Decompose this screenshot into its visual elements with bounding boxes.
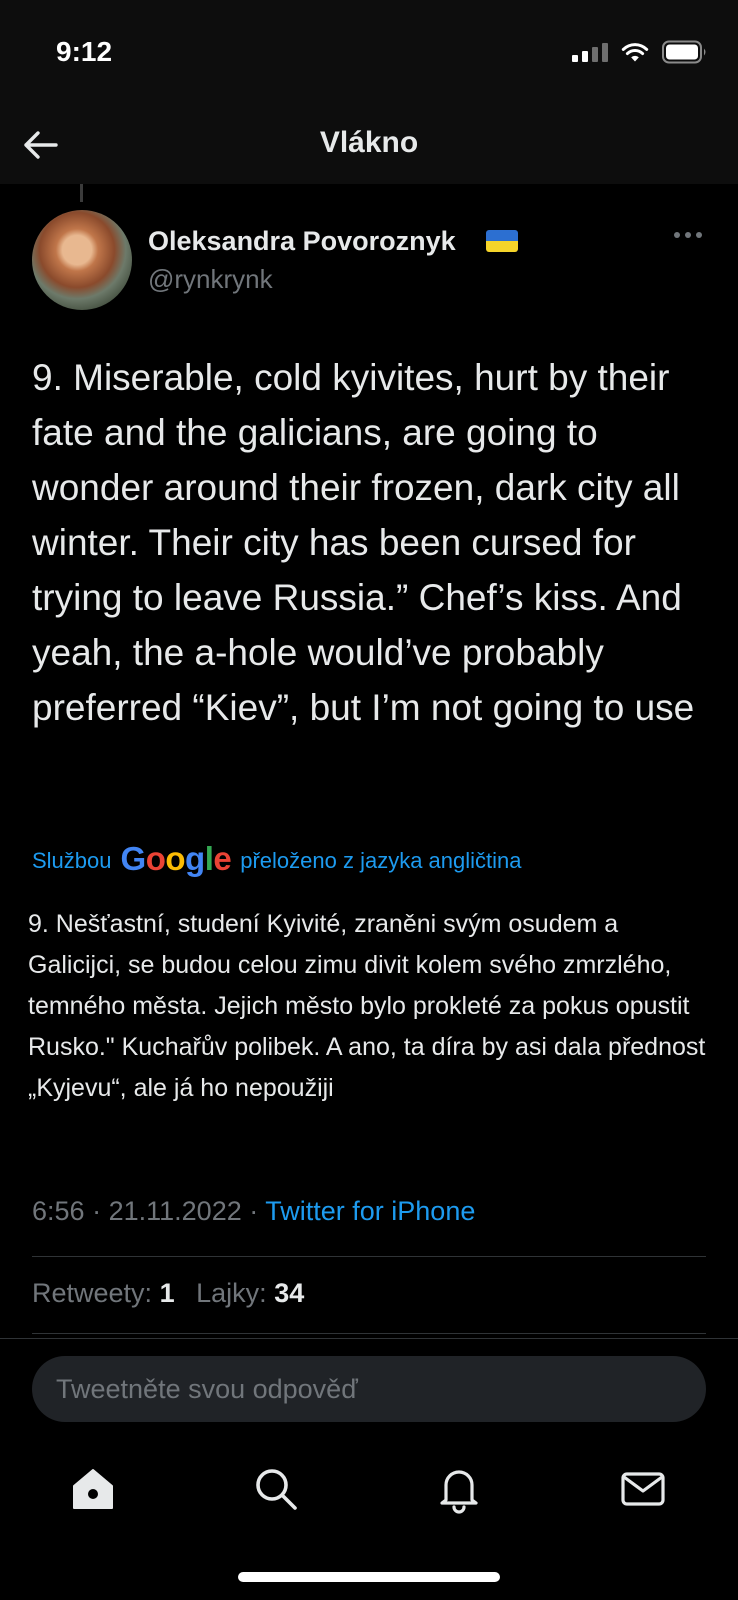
tweet-source-link[interactable]: Twitter for iPhone <box>265 1196 475 1226</box>
google-logo: Google <box>120 840 232 877</box>
bottom-tab-bar <box>0 1450 738 1540</box>
thread-connector-line <box>80 184 83 202</box>
tweet-time[interactable]: 6:56 <box>32 1196 85 1226</box>
meta-separator: · <box>92 1196 102 1226</box>
author-handle[interactable]: @rynkrynk <box>148 264 273 295</box>
divider <box>0 1338 738 1339</box>
reply-input[interactable]: Tweetněte svou odpověď <box>32 1356 706 1422</box>
status-icons <box>572 40 708 64</box>
retweets-stat[interactable]: Retweety: 1 <box>32 1278 175 1308</box>
wifi-icon <box>621 43 649 62</box>
home-icon[interactable] <box>68 1464 118 1514</box>
thread-header: Vlákno <box>0 104 738 184</box>
divider <box>32 1256 706 1257</box>
status-bar: 9:12 <box>0 0 738 104</box>
likes-label: Lajky: <box>196 1278 267 1308</box>
translation-suffix: přeloženo z jazyka angličtina <box>240 848 522 873</box>
tweet-stats: Retweety: 1 Lajky: 34 <box>32 1278 304 1309</box>
battery-icon <box>662 40 706 64</box>
tweet-meta: 6:56 · 21.11.2022 · Twitter for iPhone <box>32 1196 475 1227</box>
likes-stat[interactable]: Lajky: 34 <box>196 1278 304 1308</box>
status-time: 9:12 <box>56 36 113 67</box>
author-display-name[interactable]: Oleksandra Povoroznyk <box>148 226 456 257</box>
translated-text: 9. Nešťastní, studení Kyivité, zraněni s… <box>28 910 706 1102</box>
avatar[interactable] <box>32 210 132 310</box>
retweets-count: 1 <box>159 1278 175 1308</box>
home-indicator <box>238 1572 500 1582</box>
search-icon[interactable] <box>251 1464 301 1514</box>
more-options-icon[interactable] <box>674 232 702 238</box>
ukraine-flag-icon <box>486 230 518 252</box>
page-title: Vlákno <box>319 126 419 159</box>
meta-separator: · <box>249 1196 259 1226</box>
translation-attribution[interactable]: Službou Google přeloženo z jazyka anglič… <box>32 840 522 880</box>
translation-prefix: Službou <box>32 848 112 873</box>
likes-count: 34 <box>274 1278 305 1308</box>
tweet-text: 9. Miserable, cold kyivites, hurt by the… <box>32 357 695 728</box>
tweet-date[interactable]: 21.11.2022 <box>109 1196 242 1226</box>
cellular-signal-icon <box>572 42 608 62</box>
notifications-bell-icon[interactable] <box>434 1464 484 1514</box>
messages-mail-icon[interactable] <box>618 1464 668 1514</box>
divider <box>32 1333 706 1334</box>
retweets-label: Retweety: <box>32 1278 153 1308</box>
